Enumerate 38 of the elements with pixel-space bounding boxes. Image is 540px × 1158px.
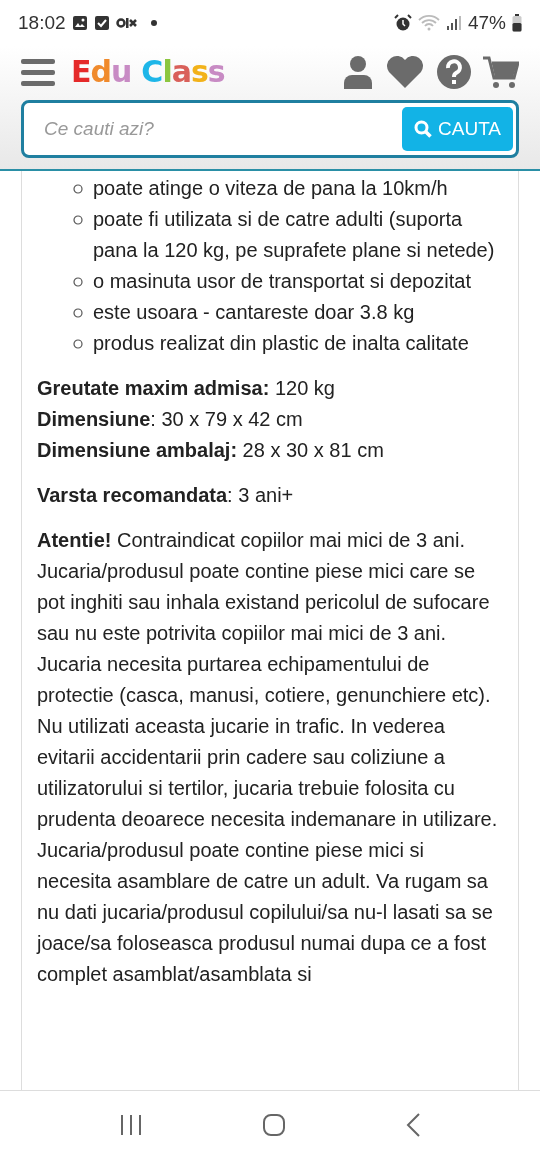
bullet-icon (73, 184, 83, 194)
recent-apps-icon[interactable] (119, 1113, 144, 1136)
user-icon[interactable] (343, 55, 373, 89)
search-bar[interactable]: Ce cauti azi? CAUTA (21, 100, 519, 158)
cart-icon[interactable] (483, 55, 519, 89)
search-button[interactable]: CAUTA (402, 107, 513, 151)
image-icon (71, 15, 88, 31)
spec-text: Dimensiune: 30 x 79 x 42 cm (37, 407, 304, 432)
heart-icon[interactable] (385, 55, 425, 89)
status-time: 18:02 (18, 10, 66, 35)
battery-percent: 47% (467, 10, 506, 35)
checkbox-icon (93, 15, 110, 31)
dot-icon (149, 19, 158, 27)
bullet-icon (73, 215, 83, 225)
alarm-icon (393, 14, 412, 32)
app-icon (115, 17, 138, 29)
bullet-icon (73, 277, 83, 287)
age-text: Varsta recomandata: 3 ani+ (37, 483, 295, 508)
logo[interactable]: Edu Class (71, 57, 225, 87)
back-icon[interactable] (404, 1111, 421, 1138)
spec-text: Greutate maxim admisa: 120 kg (37, 376, 336, 401)
menu-icon[interactable] (21, 57, 57, 87)
home-icon[interactable] (262, 1112, 286, 1137)
bullet-icon (73, 308, 83, 318)
feature-text: o masinuta usor de transportat si depozitat (93, 269, 471, 294)
wifi-icon (417, 14, 440, 32)
search-field[interactable]: Ce cauti azi? (44, 114, 402, 144)
help-icon[interactable] (437, 55, 471, 89)
battery-icon (512, 14, 522, 32)
feature-text: poate fi utilizata si de catre adulti (suporta pana la 120 kg, pe suprafete plane si netede) (93, 207, 496, 263)
warning-paragraph: Atentie! Contraindicat copiilor mai mici de 3 ani. Jucaria/produsul poate contine piese mici care se pot inghiti sau inhala existand pericolul de sufocare sau nu este potrivita copiilor mai mici de 3 ani. Jucaria necesita purtarea echipamentului de protectie (casca, manusi, cotiere, genunchiere etc). Nu utilizati aceasta jucarie in trafic. In vederea evitarii accidentarii prin cadere sau coliziune a utilizatorului si tertilor, jucaria trebuie folosita cu prudenta deoarece necesita indemanare in utilizare. Jucaria/produsul poate contine piese mici si necesita asamblare de catre un adult. Va rugam sa nu dati jucaria/produsul copilului/sa nu-l lasati sa se joace/sa foloseasca produsul numai dupa ce a fost complet asamblat/asamblata si (37, 528, 499, 987)
signal-icon (445, 15, 462, 31)
feature-text: este usoara - cantareste doar 3.8 kg (93, 300, 415, 325)
spec-text: Dimensiune ambalaj: 28 x 30 x 81 cm (37, 438, 385, 463)
search-icon (414, 120, 432, 138)
bullet-icon (73, 339, 83, 349)
feature-text: produs realizat din plastic de inalta calitate (93, 331, 469, 356)
feature-text: poate atinge o viteza de pana la 10km/h (93, 176, 448, 201)
